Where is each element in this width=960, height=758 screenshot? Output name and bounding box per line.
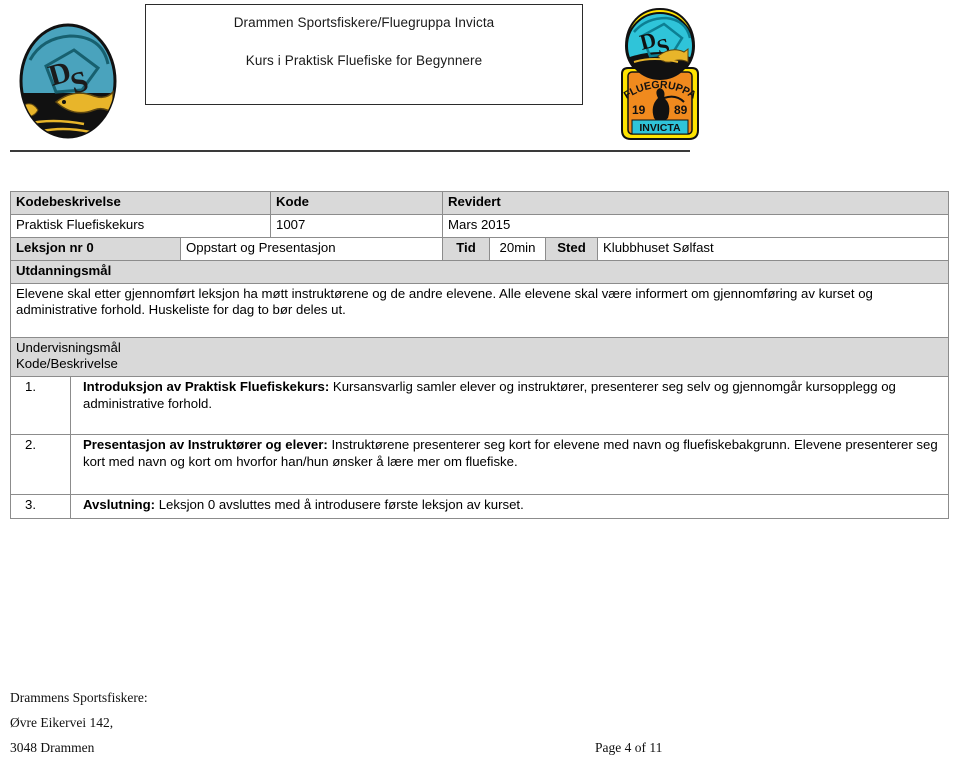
footer-street: Øvre Eikervei 142, xyxy=(10,715,114,730)
utdanningsmal-text: Elevene skal etter gjennomført leksjon h… xyxy=(9,282,950,338)
document-page: D S Drammen Sportsfiskere/Fluegruppa Inv… xyxy=(0,0,960,758)
footer-city: 3048 Drammen xyxy=(10,740,95,755)
table-row-meta-values: Praktisk Fluefiskekurs 1007 Mars 2015 xyxy=(10,213,950,238)
undervisningsmal-line1: Undervisningsmål xyxy=(16,339,121,355)
table-row-item-2: 2. Presentasjon av Instruktører og eleve… xyxy=(10,434,950,496)
item-1-title: Introduksjon av Praktisk Fluefiskekurs: xyxy=(83,379,330,395)
table-row-undervisningsmal-heading: Undervisningsmål Kode/Beskrivelse xyxy=(9,336,950,378)
header-kodebeskrivelse: Kodebeskrivelse xyxy=(10,191,271,215)
table-row-item-3: 3. Avslutning: Leksjon 0 avsluttes med å… xyxy=(10,494,950,520)
footer-row-3: 3048 Drammen Page 4 of 11 xyxy=(10,740,948,758)
organization-title: Drammen Sportsfiskere/Fluegruppa Invicta xyxy=(233,15,495,30)
table-row-meta-header: Kodebeskrivelse Kode Revidert xyxy=(10,191,950,215)
footer-org: Drammens Sportsfiskere: xyxy=(10,690,148,705)
lesson-time-value: 20min xyxy=(489,236,546,261)
item-2-title: Presentasjon av Instruktører og elever: xyxy=(83,437,328,453)
page-number: Page 4 of 11 xyxy=(595,740,663,755)
undervisningsmal-heading: Undervisningsmål Kode/Beskrivelse xyxy=(9,336,950,378)
lesson-time-label: Tid xyxy=(442,236,490,261)
item-1-text: Introduksjon av Praktisk Fluefiskekurs: … xyxy=(69,376,950,436)
footer-row-2: Øvre Eikervei 142, xyxy=(10,715,948,740)
document-header: D S Drammen Sportsfiskere/Fluegruppa Inv… xyxy=(0,0,960,152)
table-row-lesson: Leksjon nr 0 Oppstart og Presentasjon Ti… xyxy=(10,236,950,261)
header-divider xyxy=(10,150,690,152)
header-revidert: Revidert xyxy=(441,191,950,215)
lesson-place-label: Sted xyxy=(545,236,598,261)
badge-banner-text: INVICTA xyxy=(639,122,681,134)
lesson-number-label: Leksjon nr 0 xyxy=(10,236,181,261)
item-3-number: 3. xyxy=(10,494,71,520)
undervisningsmal-line2: Kode/Beskrivelse xyxy=(16,356,118,372)
item-2-number: 2. xyxy=(10,434,71,496)
table-row-item-1: 1. Introduksjon av Praktisk Fluefiskekur… xyxy=(10,376,950,436)
footer-row-1: Drammens Sportsfiskere: xyxy=(10,690,948,715)
badge-year-left: 19 xyxy=(632,103,646,117)
document-footer: Drammens Sportsfiskere: Øvre Eikervei 14… xyxy=(10,690,948,758)
badge-year-right: 89 xyxy=(674,103,688,117)
lesson-name: Oppstart og Presentasjon xyxy=(180,236,443,261)
utdanningsmal-heading: Utdanningsmål xyxy=(9,259,950,284)
item-3-title: Avslutning: xyxy=(83,497,156,513)
title-box: Drammen Sportsfiskere/Fluegruppa Invicta… xyxy=(145,4,583,105)
drammen-sportsfiskere-logo: D S xyxy=(12,20,124,142)
value-revidert: Mars 2015 xyxy=(441,213,950,238)
lesson-place-value: Klubbhuset Sølfast xyxy=(596,236,950,261)
table-row-utdanningsmal-body: Elevene skal etter gjennomført leksjon h… xyxy=(9,282,950,338)
item-1-number: 1. xyxy=(10,376,71,436)
item-2-text: Presentasjon av Instruktører og elever: … xyxy=(69,434,950,496)
course-title: Kurs i Praktisk Fluefiske for Begynnere xyxy=(245,53,483,68)
item-3-text: Avslutning: Leksjon 0 avsluttes med å in… xyxy=(69,494,950,520)
value-kodebeskrivelse: Praktisk Fluefiskekurs xyxy=(10,213,271,238)
fluegruppa-invicta-badge: D S FLUEGRUPPA 19 89 INVICTA xyxy=(614,6,706,146)
lesson-plan-table: Kodebeskrivelse Kode Revidert Praktisk F… xyxy=(9,191,950,520)
item-3-body: Leksjon 0 avsluttes med å introdusere fø… xyxy=(155,497,524,513)
header-kode: Kode xyxy=(270,191,443,215)
value-kode: 1007 xyxy=(270,213,443,238)
table-row-utdanningsmal-heading: Utdanningsmål xyxy=(9,259,950,284)
